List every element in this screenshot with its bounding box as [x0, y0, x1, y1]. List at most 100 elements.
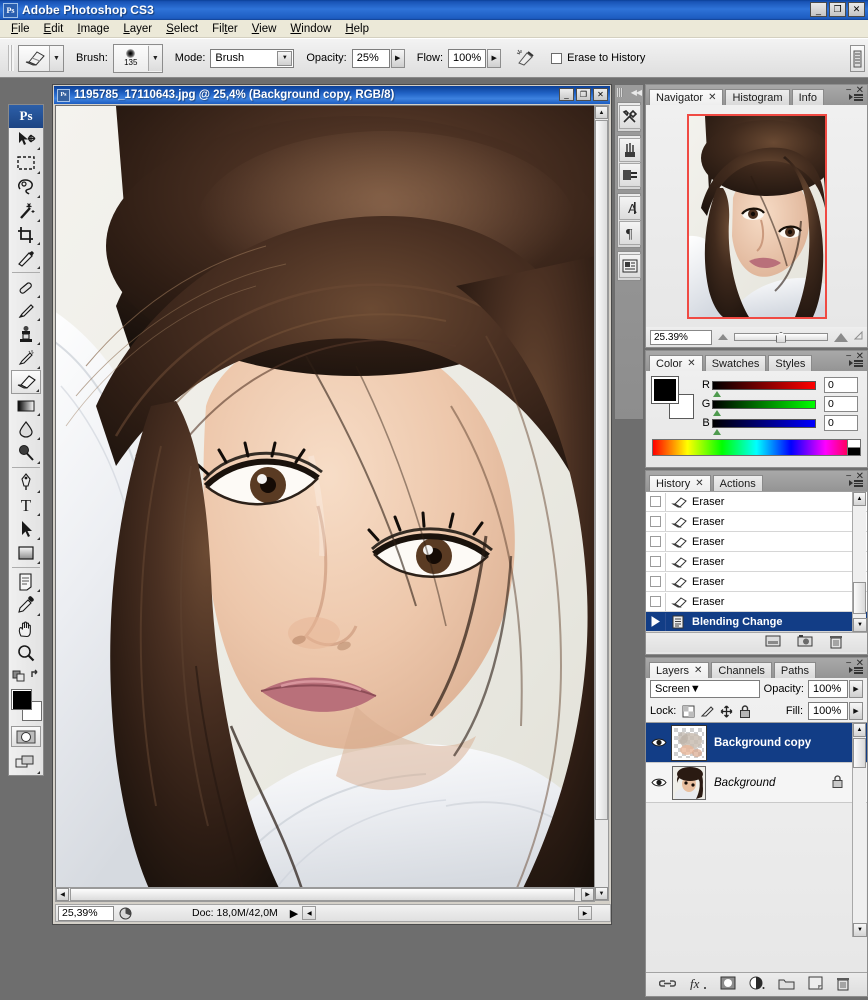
clone-stamp-tool[interactable] [11, 322, 41, 346]
blur-tool[interactable] [11, 417, 41, 441]
tab-navigator[interactable]: Navigator ✕ [649, 89, 724, 105]
document-close-button[interactable]: ✕ [593, 88, 608, 101]
minimize-button[interactable]: _ [810, 2, 827, 17]
layers-scrollbar[interactable]: ▲ ▼ [852, 723, 867, 937]
close-icon[interactable]: ✕ [708, 92, 716, 103]
color-swatches[interactable] [9, 688, 43, 722]
document-maximize-button[interactable]: ❐ [576, 88, 591, 101]
notes-tool[interactable] [11, 570, 41, 594]
close-icon[interactable]: ✕ [694, 665, 702, 676]
channel-slider-b[interactable] [712, 418, 816, 435]
menu-image[interactable]: Image [70, 22, 116, 36]
toggle-colors-icons[interactable] [12, 665, 40, 686]
tab-styles[interactable]: Styles [768, 355, 813, 371]
color-foreground-swatch[interactable] [651, 376, 679, 404]
navigator-thumbnail-area[interactable] [646, 105, 867, 327]
clone-source-icon[interactable] [619, 163, 641, 187]
brushes-icon[interactable] [619, 138, 641, 162]
navigator-zoom-slider[interactable] [734, 331, 828, 343]
layer-list[interactable]: Background copy Background ▲ ▼ [646, 722, 867, 937]
maximize-button[interactable]: ❐ [829, 2, 846, 17]
history-state-list[interactable]: Eraser Eraser Eraser Eraser Eraser Erase… [646, 491, 867, 632]
options-bar-gripper[interactable] [8, 45, 14, 71]
navigator-thumbnail[interactable] [686, 113, 827, 319]
quick-mask-icon[interactable] [11, 726, 41, 748]
layer-visibility-toggle[interactable] [646, 777, 672, 788]
magic-wand-tool[interactable] [11, 199, 41, 223]
navigator-resize-grip[interactable] [853, 330, 863, 343]
layer-comps-icon[interactable] [619, 254, 641, 278]
lock-all-button[interactable] [738, 704, 752, 718]
gradient-tool[interactable] [11, 394, 41, 418]
paragraph-icon[interactable]: ¶ [619, 221, 641, 245]
airbrush-icon[interactable] [513, 45, 539, 71]
healing-brush-tool[interactable] [11, 275, 41, 299]
brush-preset-picker[interactable]: 135 ▼ [112, 43, 163, 73]
flow-input[interactable]: 100% [448, 48, 487, 68]
history-panel-menu-icon[interactable] [849, 480, 863, 487]
tab-actions[interactable]: Actions [712, 475, 763, 491]
collapse-dock-icon[interactable]: ◀◀ [631, 88, 642, 97]
foreground-color-swatch[interactable] [11, 689, 32, 711]
current-tool-well[interactable]: ▼ [18, 44, 64, 72]
eyedropper-tool[interactable] [11, 593, 41, 617]
scroll-up-arrow[interactable]: ▲ [853, 492, 866, 506]
layers-panel-menu-icon[interactable] [849, 667, 863, 674]
menu-layer[interactable]: Layer [116, 22, 159, 36]
layer-style-button[interactable]: fx [689, 976, 707, 993]
lock-transparent-pixels-button[interactable] [681, 704, 695, 718]
channel-slider-r[interactable] [712, 380, 816, 397]
brush-picker-arrow[interactable]: ▼ [147, 45, 162, 71]
zoom-in-icon[interactable] [834, 332, 848, 342]
channel-value-r[interactable]: 0 [824, 377, 858, 393]
chevron-down-icon[interactable]: ▼ [277, 50, 293, 66]
channel-value-b[interactable]: 0 [824, 415, 858, 431]
tab-color[interactable]: Color ✕ [649, 355, 703, 371]
type-tool[interactable]: T [11, 494, 41, 518]
slice-tool[interactable] [11, 246, 41, 270]
layer-thumbnail[interactable] [672, 765, 706, 800]
tab-paths[interactable]: Paths [773, 662, 817, 678]
zoom-tool[interactable] [11, 641, 41, 665]
dodge-tool[interactable] [11, 441, 41, 465]
menu-filter[interactable]: Filter [205, 22, 245, 36]
opacity-slider-arrow[interactable]: ▶ [390, 48, 405, 68]
path-selection-tool[interactable] [11, 517, 41, 541]
layer-opacity-input[interactable]: 100% [808, 680, 848, 698]
close-icon[interactable]: ✕ [695, 478, 703, 489]
menu-select[interactable]: Select [159, 22, 205, 36]
rectangular-marquee-tool[interactable] [11, 151, 41, 175]
chevron-down-icon[interactable]: ▼ [690, 683, 701, 695]
rectangle-shape-tool[interactable] [11, 541, 41, 565]
scroll-up-arrow[interactable]: ▲ [853, 723, 866, 737]
history-scroll-thumb[interactable] [853, 582, 866, 614]
color-panel-menu-icon[interactable] [849, 360, 863, 367]
layer-opacity-slider-arrow[interactable]: ▶ [849, 680, 863, 698]
history-source-checkbox[interactable] [646, 572, 666, 591]
menu-help[interactable]: Help [338, 22, 376, 36]
layer-mask-button[interactable] [720, 976, 736, 993]
tool-preset-picker-arrow[interactable]: ▼ [49, 45, 63, 71]
canvas-vertical-scrollbar[interactable]: ▲ ▼ [594, 105, 609, 901]
scroll-down-arrow[interactable]: ▼ [853, 923, 867, 937]
history-source-checkbox[interactable] [646, 492, 666, 511]
history-state-row[interactable]: Eraser [646, 592, 867, 612]
history-state-row[interactable]: Eraser [646, 532, 867, 552]
link-layers-button[interactable] [658, 978, 676, 992]
tool-presets-icon[interactable] [619, 105, 641, 129]
document-title-bar[interactable]: Ps 1195785_17110643.jpg @ 25,4% (Backgro… [54, 86, 610, 104]
layer-visibility-toggle[interactable] [646, 737, 672, 748]
history-scrollbar[interactable]: ▲ ▼ [852, 492, 867, 632]
move-tool[interactable] [11, 128, 41, 152]
blend-mode-select[interactable]: Brush ▼ [210, 48, 295, 68]
zoom-out-icon[interactable] [718, 334, 728, 340]
close-button[interactable]: ✕ [848, 2, 865, 17]
delete-layer-button[interactable] [836, 976, 850, 994]
history-source-checkbox[interactable] [646, 552, 666, 571]
scroll-down-arrow[interactable]: ▼ [853, 618, 867, 632]
menu-file[interactable]: FFileile [4, 22, 37, 36]
channel-knob-r[interactable] [713, 390, 721, 397]
image-canvas[interactable] [55, 105, 595, 901]
color-spectrum-ramp[interactable] [652, 439, 861, 456]
delete-state-button[interactable] [829, 634, 843, 652]
